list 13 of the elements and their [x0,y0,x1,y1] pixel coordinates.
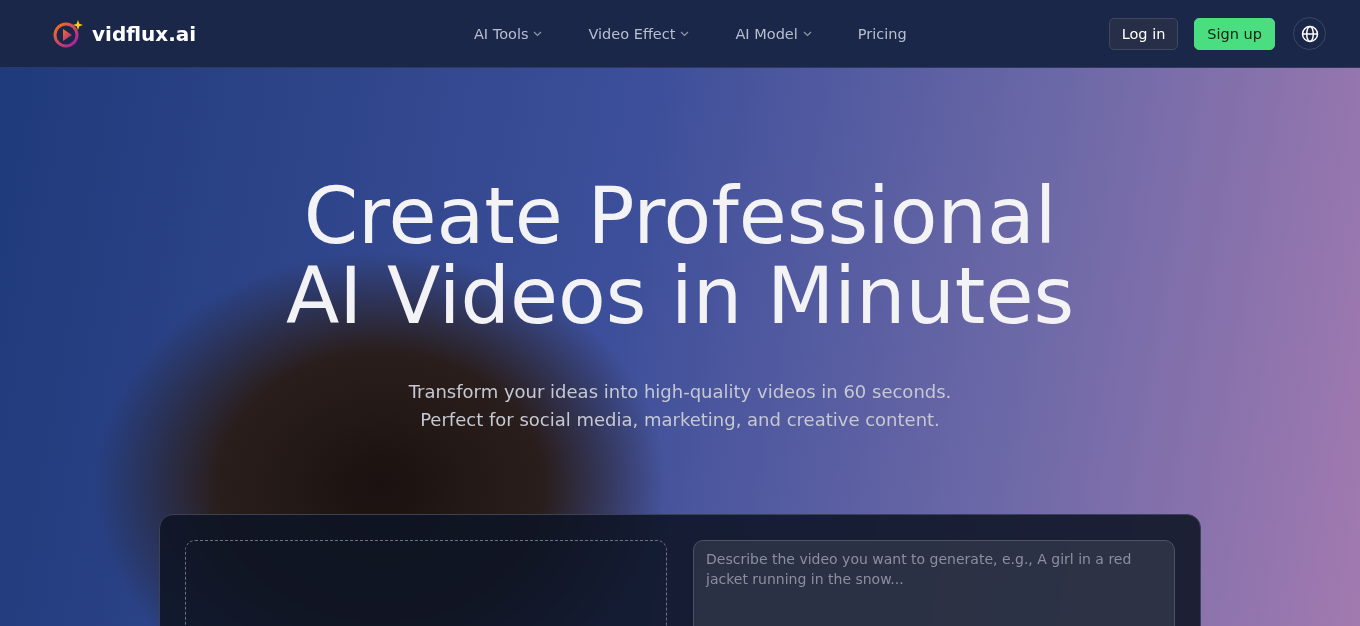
logo-text: vidflux.ai [92,21,197,46]
nav-link[interactable]: Video Effect [588,25,690,42]
login-button[interactable]: Log in [1108,17,1179,50]
hero-subtitle: Transform your ideas into high-quality videos in 60 seconds. Perfect for social media, marketing, and creative content. [408,380,952,432]
signup-button[interactable]: Sign up [1194,17,1275,50]
play-logo-icon [52,18,84,49]
nav-link[interactable]: AI Model [735,25,812,42]
globe-icon [1300,24,1319,43]
nav-link[interactable]: AI Tools [473,25,543,42]
hero-title: Create Professional [303,176,1057,256]
nav-link[interactable]: Pricing [857,25,907,42]
hero-title: AI Videos in Minutes [285,256,1075,336]
prompt-field[interactable]: Describe the video you want to generate, e.g., A girl in a red jacket running in the snow... [693,540,1175,626]
